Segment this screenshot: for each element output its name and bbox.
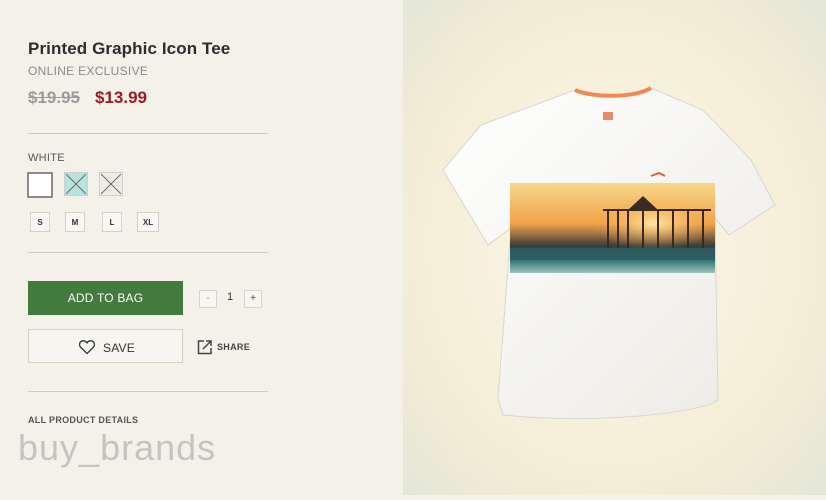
size-m-button[interactable]: M (65, 212, 85, 232)
size-l-button[interactable]: L (102, 212, 122, 232)
share-link[interactable]: SHARE (217, 342, 250, 352)
product-image[interactable] (403, 0, 826, 495)
save-label: SAVE (103, 341, 135, 355)
heart-icon (78, 340, 96, 355)
t-shirt-photo (403, 0, 826, 495)
product-info-panel: Printed Graphic Icon Tee ONLINE EXCLUSIV… (0, 0, 400, 495)
unavailable-cross-icon (100, 173, 122, 195)
save-button[interactable]: SAVE (28, 329, 183, 363)
product-title: Printed Graphic Icon Tee (28, 39, 231, 58)
quantity-decrease-button[interactable]: - (199, 290, 217, 308)
online-exclusive-badge: ONLINE EXCLUSIVE (28, 64, 149, 78)
color-swatch-cream[interactable] (99, 172, 123, 196)
color-swatch-mint[interactable] (64, 172, 88, 196)
add-to-bag-button[interactable]: ADD TO BAG (28, 281, 183, 315)
watermark: buy_brands (18, 427, 217, 468)
size-xl-button[interactable]: XL (137, 212, 159, 232)
quantity-increase-button[interactable]: + (244, 290, 262, 308)
color-swatch-white[interactable] (27, 172, 53, 198)
unavailable-cross-icon (65, 173, 87, 195)
size-s-button[interactable]: S (30, 212, 50, 232)
selected-color-label: WHITE (28, 152, 65, 164)
sale-price: $13.99 (95, 88, 147, 107)
divider (28, 252, 268, 253)
divider (28, 133, 268, 134)
all-product-details-link[interactable]: ALL PRODUCT DETAILS (28, 415, 138, 425)
original-price: $19.95 (28, 88, 80, 107)
share-icon[interactable] (197, 339, 213, 355)
divider (28, 391, 268, 392)
quantity-value[interactable]: 1 (222, 291, 238, 303)
